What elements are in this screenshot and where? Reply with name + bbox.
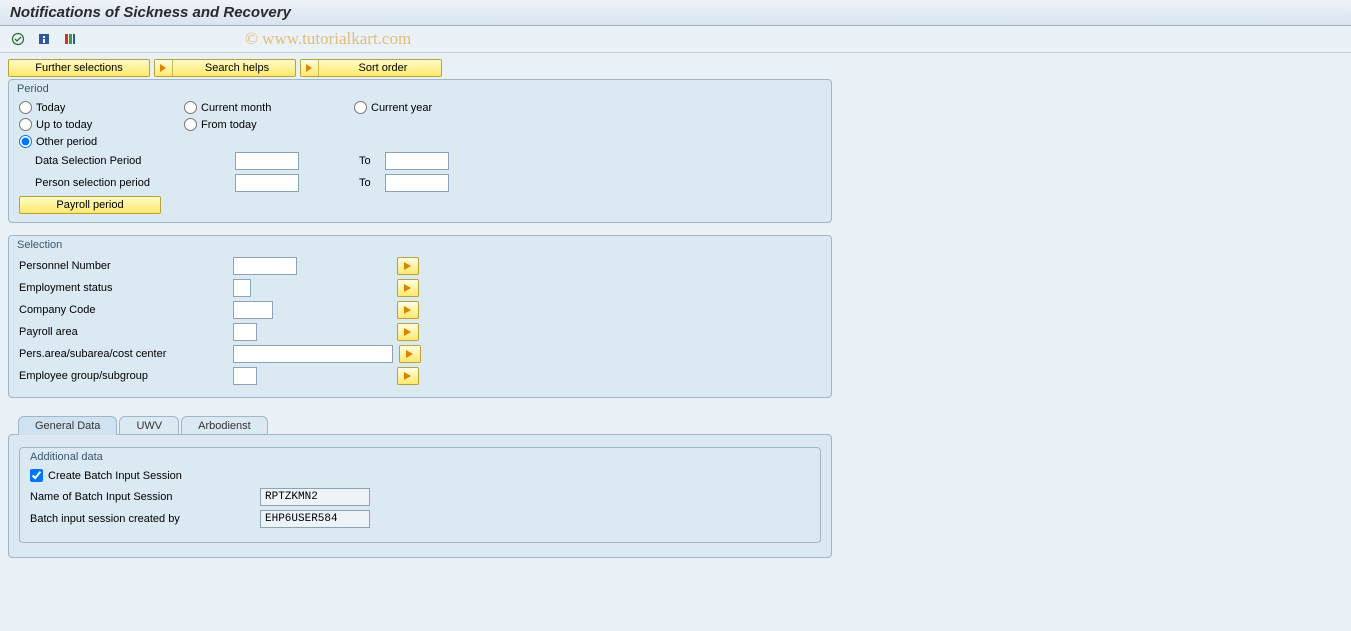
label-current-month: Current month xyxy=(201,102,271,114)
label-to: To xyxy=(359,155,385,167)
data-selection-to-input[interactable] xyxy=(385,152,449,170)
created-by-input[interactable] xyxy=(260,510,370,528)
sort-order-button[interactable]: Sort order xyxy=(300,59,442,77)
tab-panel-general: Additional data Create Batch Input Sessi… xyxy=(8,434,832,558)
tab-general-data[interactable]: General Data xyxy=(18,416,117,435)
multiple-selection-button[interactable] xyxy=(397,279,419,297)
selection-legend: Selection xyxy=(9,236,831,257)
company-code-input[interactable] xyxy=(233,301,273,319)
arrow-right-icon xyxy=(155,60,173,76)
additional-data-group: Additional data Create Batch Input Sessi… xyxy=(19,447,821,543)
label-data-selection-period: Data Selection Period xyxy=(35,155,235,167)
label-pers-area: Pers.area/subarea/cost center xyxy=(19,348,233,360)
radio-up-to-today[interactable] xyxy=(19,118,32,131)
label-employment-status: Employment status xyxy=(19,282,233,294)
radio-from-today[interactable] xyxy=(184,118,197,131)
radio-today[interactable] xyxy=(19,101,32,114)
tab-arbodienst[interactable]: Arbodienst xyxy=(181,416,268,435)
label-created-by: Batch input session created by xyxy=(30,513,260,525)
label-person-selection-period: Person selection period xyxy=(35,177,235,189)
session-name-input[interactable] xyxy=(260,488,370,506)
create-batch-checkbox[interactable] xyxy=(30,469,43,482)
employee-group-input[interactable] xyxy=(233,367,257,385)
content-area: Further selections Search helps Sort ord… xyxy=(0,53,1351,631)
label-today: Today xyxy=(36,102,65,114)
arrow-right-icon xyxy=(301,60,319,76)
person-selection-from-input[interactable] xyxy=(235,174,299,192)
execute-icon[interactable] xyxy=(8,29,28,49)
personnel-number-input[interactable] xyxy=(233,257,297,275)
multiple-selection-button[interactable] xyxy=(397,301,419,319)
person-selection-to-input[interactable] xyxy=(385,174,449,192)
search-helps-button[interactable]: Search helps xyxy=(154,59,296,77)
radio-current-month[interactable] xyxy=(184,101,197,114)
label-current-year: Current year xyxy=(371,102,432,114)
tabstrip: General Data UWV Arbodienst Additional d… xyxy=(8,416,832,559)
period-legend: Period xyxy=(9,80,831,101)
label-to: To xyxy=(359,177,385,189)
tab-uwv[interactable]: UWV xyxy=(119,416,179,435)
label-from-today: From today xyxy=(201,119,257,131)
app-toolbar: © www.tutorialkart.com xyxy=(0,26,1351,53)
employment-status-input[interactable] xyxy=(233,279,251,297)
data-selection-from-input[interactable] xyxy=(235,152,299,170)
label-company-code: Company Code xyxy=(19,304,233,316)
label-other-period: Other period xyxy=(36,136,97,148)
label-session-name: Name of Batch Input Session xyxy=(30,491,260,503)
action-button-row: Further selections Search helps Sort ord… xyxy=(8,59,1343,77)
title-bar: Notifications of Sickness and Recovery xyxy=(0,0,1351,26)
period-group: Period Today Current month Current year xyxy=(8,79,832,223)
payroll-area-input[interactable] xyxy=(233,323,257,341)
radio-current-year[interactable] xyxy=(354,101,367,114)
multiple-selection-button[interactable] xyxy=(397,257,419,275)
multiple-selection-button[interactable] xyxy=(399,345,421,363)
multiple-selection-button[interactable] xyxy=(397,367,419,385)
additional-data-legend: Additional data xyxy=(30,448,810,469)
label-create-batch: Create Batch Input Session xyxy=(48,470,182,482)
info-icon[interactable] xyxy=(34,29,54,49)
payroll-period-button[interactable]: Payroll period xyxy=(19,196,161,214)
further-selections-button[interactable]: Further selections xyxy=(8,59,150,77)
label-payroll-area: Payroll area xyxy=(19,326,233,338)
label-employee-group: Employee group/subgroup xyxy=(19,370,233,382)
multiple-selection-button[interactable] xyxy=(397,323,419,341)
page-title: Notifications of Sickness and Recovery xyxy=(10,4,291,21)
variant-icon[interactable] xyxy=(60,29,80,49)
label-up-to-today: Up to today xyxy=(36,119,92,131)
radio-other-period[interactable] xyxy=(19,135,32,148)
pers-area-input[interactable] xyxy=(233,345,393,363)
watermark: © www.tutorialkart.com xyxy=(245,29,411,49)
selection-group: Selection Personnel Number Employment st… xyxy=(8,235,832,398)
label-personnel-number: Personnel Number xyxy=(19,260,233,272)
